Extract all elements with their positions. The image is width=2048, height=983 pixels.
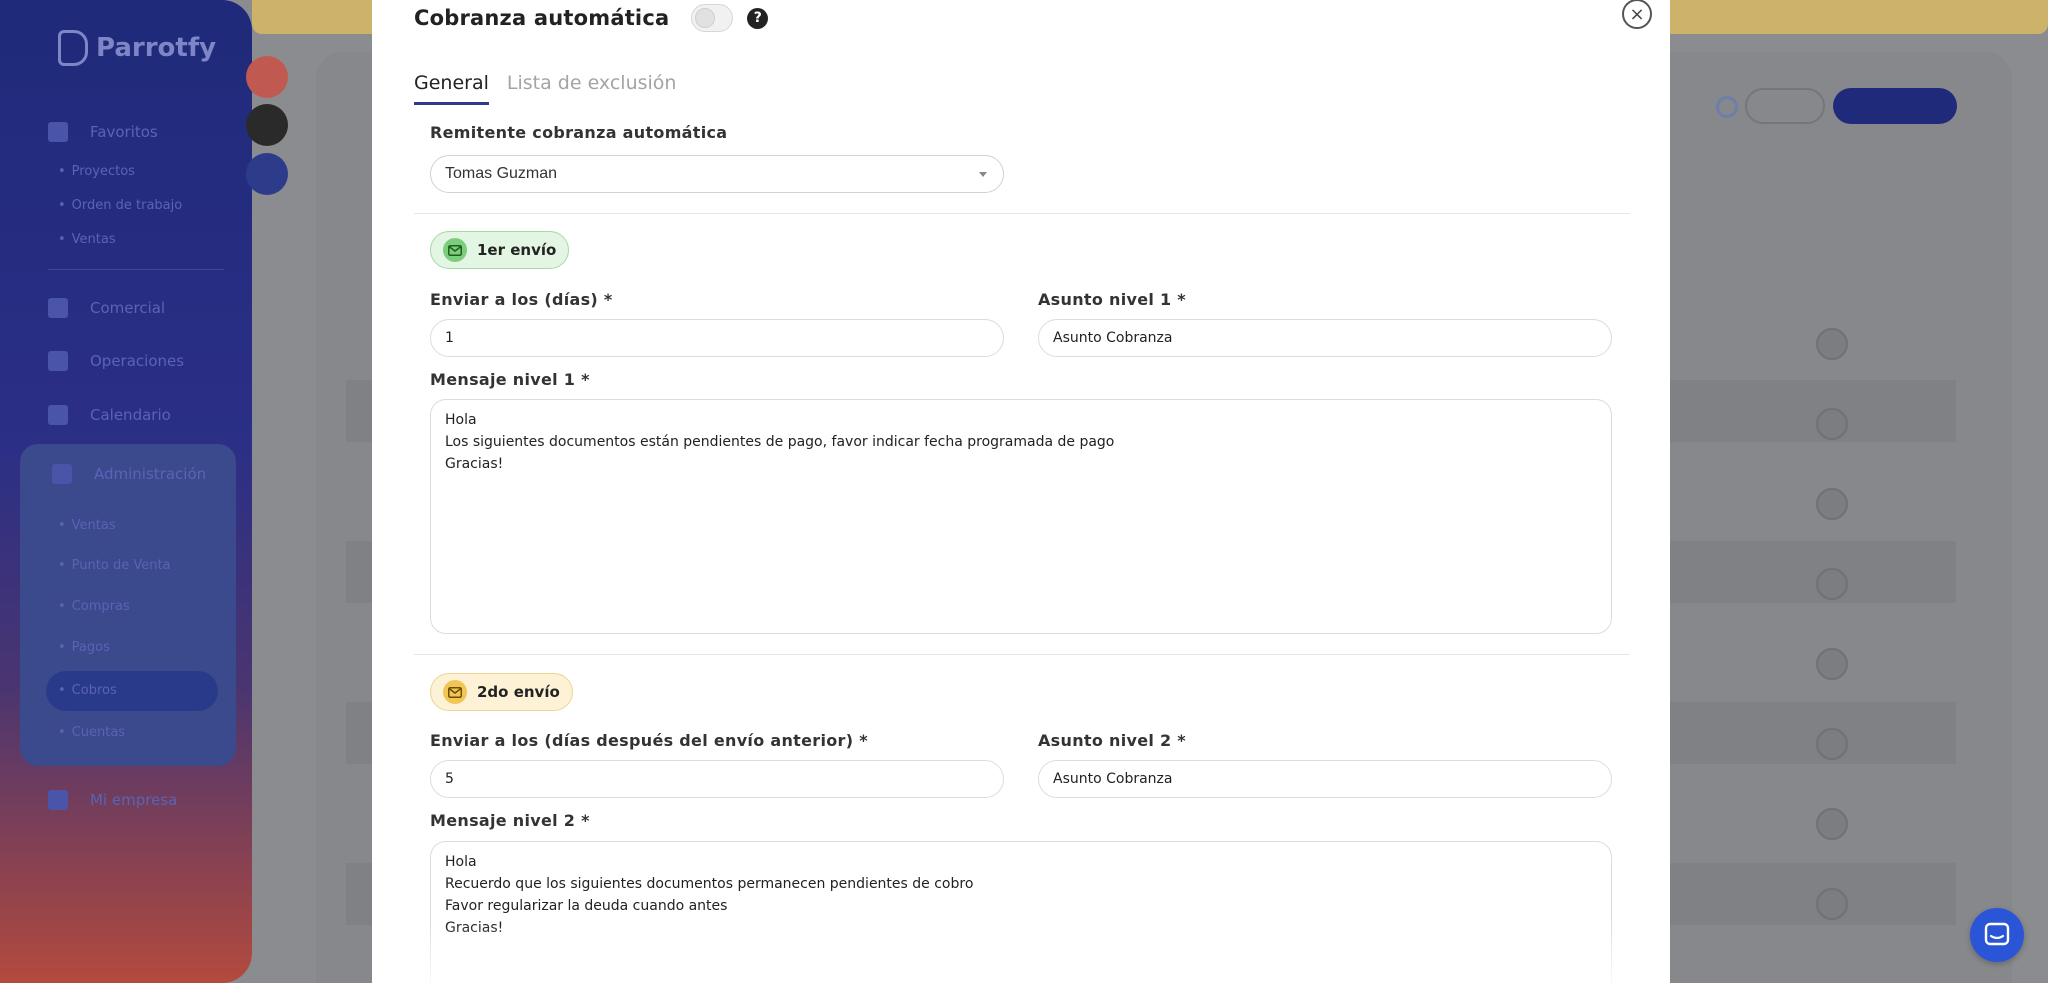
secondary-action-button[interactable] xyxy=(1745,88,1825,124)
primary-action-button[interactable] xyxy=(1833,88,1957,124)
sidebar-subitem-admin-ventas[interactable]: Ventas xyxy=(58,518,116,533)
level-1-badge: 1er envío xyxy=(430,231,570,269)
level-1-subject-label: Asunto nivel 1 * xyxy=(1038,290,1186,309)
level-1-subject-value: Asunto Cobranza xyxy=(1053,330,1173,346)
level-1-days-input[interactable]: 1 xyxy=(430,319,1004,357)
sidebar-item-operaciones[interactable]: Operaciones xyxy=(48,351,184,371)
sidebar-subitem-compras[interactable]: Compras xyxy=(58,599,130,614)
sidebar-subitem-orden-de-trabajo[interactable]: Orden de trabajo xyxy=(58,198,183,213)
question-circle-icon[interactable]: ? xyxy=(747,7,769,29)
gear-icon[interactable] xyxy=(1716,96,1738,118)
sender-select[interactable]: Tomas Guzman xyxy=(430,155,1004,193)
envelope-icon xyxy=(443,680,467,704)
level-1-badge-label: 1er envío xyxy=(477,241,557,259)
caret-down-icon xyxy=(979,172,987,177)
message-line: Favor regularizar la deuda cuando antes xyxy=(445,898,728,914)
level-2-badge-label: 2do envío xyxy=(477,683,560,701)
sidebar-item-mi-empresa[interactable]: Mi empresa xyxy=(48,790,177,810)
row-action-button[interactable] xyxy=(1816,888,1848,920)
sidebar-subitem-punto-de-venta[interactable]: Punto de Venta xyxy=(58,558,171,573)
message-line: Hola xyxy=(445,854,477,870)
tab-lista-de-exclusion[interactable]: Lista de exclusión xyxy=(507,72,677,105)
sidebar-item-calendario[interactable]: Calendario xyxy=(48,405,171,425)
level-1-message-textarea[interactable]: Hola Los siguientes documentos están pen… xyxy=(430,399,1612,634)
level-1-message-label: Mensaje nivel 1 * xyxy=(430,370,590,389)
sidebar-subitem-cuentas[interactable]: Cuentas xyxy=(58,725,125,740)
add-fab[interactable] xyxy=(246,56,288,98)
modal-title: Cobranza automática xyxy=(414,6,670,30)
level-2-subject-value: Asunto Cobranza xyxy=(1053,771,1173,787)
row-action-button[interactable] xyxy=(1816,808,1848,840)
message-line: Recuerdo que los siguientes documentos p… xyxy=(445,876,974,892)
sidebar-subitem-cobros[interactable]: Cobros xyxy=(58,683,117,698)
cobranza-automatica-toggle[interactable] xyxy=(691,4,734,32)
sidebar-item-favoritos[interactable]: Favoritos xyxy=(48,122,158,142)
row-action-button[interactable] xyxy=(1816,328,1848,360)
message-line: Gracias! xyxy=(445,920,504,936)
chat-icon xyxy=(1984,922,2010,946)
calendar-icon xyxy=(48,405,68,425)
level-2-subject-input[interactable]: Asunto Cobranza xyxy=(1038,760,1612,798)
row-action-button[interactable] xyxy=(1816,648,1848,680)
chat-launcher-button[interactable] xyxy=(1970,908,2024,962)
eye-fab[interactable] xyxy=(246,153,288,195)
building-icon xyxy=(48,790,68,810)
level-1-subject-input[interactable]: Asunto Cobranza xyxy=(1038,319,1612,357)
level-2-days-input[interactable]: 5 xyxy=(430,760,1004,798)
close-button[interactable]: × xyxy=(1622,0,1652,29)
section-divider xyxy=(414,213,1630,214)
envelope-icon xyxy=(443,238,467,262)
app-logo: Parrotfy xyxy=(58,30,216,66)
sidebar-divider xyxy=(48,269,224,270)
row-action-button[interactable] xyxy=(1816,728,1848,760)
level-2-message-label: Mensaje nivel 2 * xyxy=(430,811,590,830)
chart-icon xyxy=(48,298,68,318)
sidebar-subitem-proyectos[interactable]: Proyectos xyxy=(58,164,135,179)
section-divider xyxy=(414,654,1630,655)
row-action-button[interactable] xyxy=(1816,568,1848,600)
level-2-badge: 2do envío xyxy=(430,673,573,711)
message-line: Hola xyxy=(445,412,477,428)
bookmark-icon xyxy=(48,122,68,142)
sender-select-value: Tomas Guzman xyxy=(445,165,558,182)
message-line: Gracias! xyxy=(445,456,504,472)
sidebar-item-comercial[interactable]: Comercial xyxy=(48,298,165,318)
bank-icon xyxy=(52,464,72,484)
modal-tabs: General Lista de exclusión xyxy=(414,72,694,105)
level-2-days-label: Enviar a los (días después del envío ant… xyxy=(430,731,868,750)
parrot-logo-icon xyxy=(58,30,88,66)
cobranza-automatica-modal: Cobranza automática ? × General Lista de… xyxy=(372,0,1670,983)
message-line: Los siguientes documentos están pendient… xyxy=(445,434,1115,450)
level-1-days-value: 1 xyxy=(445,330,454,346)
toggle-knob xyxy=(695,8,716,28)
level-2-days-value: 5 xyxy=(445,771,454,787)
close-icon: × xyxy=(1629,3,1645,25)
level-1-days-label: Enviar a los (días) * xyxy=(430,290,613,309)
logo-text: Parrotfy xyxy=(96,33,217,63)
sender-label: Remitente cobranza automática xyxy=(430,123,728,142)
dark-fab[interactable] xyxy=(246,104,288,146)
modal-header: Cobranza automática ? xyxy=(414,4,769,32)
level-2-message-textarea[interactable]: Hola Recuerdo que los siguientes documen… xyxy=(430,841,1612,983)
sidebar-subitem-pagos[interactable]: Pagos xyxy=(58,640,110,655)
clipboard-icon xyxy=(48,351,68,371)
sidebar-subitem-ventas[interactable]: Ventas xyxy=(58,232,116,247)
tab-general[interactable]: General xyxy=(414,72,489,105)
row-action-button[interactable] xyxy=(1816,408,1848,440)
level-2-subject-label: Asunto nivel 2 * xyxy=(1038,731,1186,750)
sidebar-item-administracion[interactable]: Administración xyxy=(52,464,206,484)
row-action-button[interactable] xyxy=(1816,488,1848,520)
